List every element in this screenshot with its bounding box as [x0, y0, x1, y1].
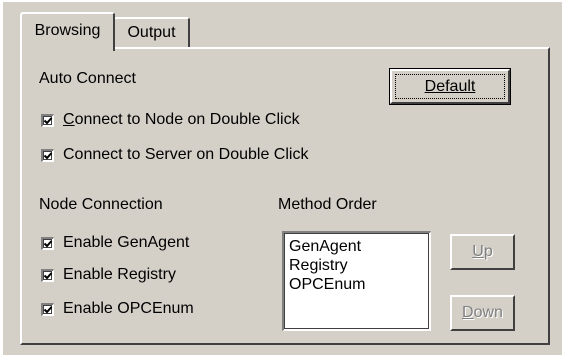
mnemonic-letter: U — [472, 243, 484, 260]
checkbox-label: Enable OPCEnum — [63, 300, 194, 317]
tab-browsing[interactable]: Browsing — [20, 12, 115, 51]
checkbox-label: Connect to Server on Double Click — [63, 146, 309, 163]
default-button-focus-rect: Default — [395, 74, 505, 99]
enable-genagent-checkbox[interactable]: Enable GenAgent — [41, 234, 189, 252]
tab-browsing-label: Browsing — [34, 22, 101, 39]
connect-node-double-click-checkbox[interactable]: Connect to Node on Double Click — [41, 111, 300, 129]
enable-registry-checkbox[interactable]: Enable Registry — [41, 266, 176, 284]
checkbox-box[interactable] — [41, 302, 54, 316]
check-mark-icon — [43, 116, 53, 124]
method-order-heading: Method Order — [278, 196, 377, 213]
label-rest: own — [473, 304, 503, 321]
move-down-button[interactable]: Down — [450, 295, 515, 331]
tab-output[interactable]: Output — [113, 17, 190, 47]
checkbox-box[interactable] — [41, 236, 54, 250]
default-button[interactable]: Default — [389, 68, 511, 105]
list-item[interactable]: GenAgent — [289, 237, 425, 256]
options-dialog: Browsing Output Auto Connect Default Con… — [0, 0, 562, 358]
check-mark-icon — [43, 151, 53, 159]
label-rest: p — [483, 243, 493, 260]
connect-server-double-click-checkbox[interactable]: Connect to Server on Double Click — [41, 146, 308, 164]
checkbox-box[interactable] — [41, 148, 54, 162]
check-mark-icon — [43, 305, 53, 313]
check-mark-icon — [43, 271, 53, 279]
default-button-label: Default — [424, 78, 476, 95]
checkbox-label: Enable Registry — [63, 266, 176, 283]
checkbox-box[interactable] — [41, 113, 54, 127]
check-mark-icon — [43, 239, 53, 247]
auto-connect-heading: Auto Connect — [39, 70, 136, 87]
active-tab-joint — [22, 47, 113, 50]
checkbox-label: Enable GenAgent — [63, 234, 190, 251]
node-connection-heading: Node Connection — [39, 196, 163, 213]
checkbox-box[interactable] — [41, 268, 54, 282]
move-up-button[interactable]: Up — [450, 234, 515, 270]
mnemonic-letter: D — [462, 304, 474, 321]
list-item[interactable]: Registry — [289, 256, 425, 275]
enable-opcenum-checkbox[interactable]: Enable OPCEnum — [41, 300, 194, 318]
label-rest: onnect to Node on Double Click — [74, 111, 300, 128]
tab-output-label: Output — [127, 24, 176, 41]
list-item[interactable]: OPCEnum — [289, 275, 425, 294]
checkbox-label: Connect to Node on Double Click — [63, 111, 300, 129]
mnemonic-letter: C — [63, 111, 75, 128]
method-order-listbox[interactable]: GenAgent Registry OPCEnum — [282, 231, 431, 331]
